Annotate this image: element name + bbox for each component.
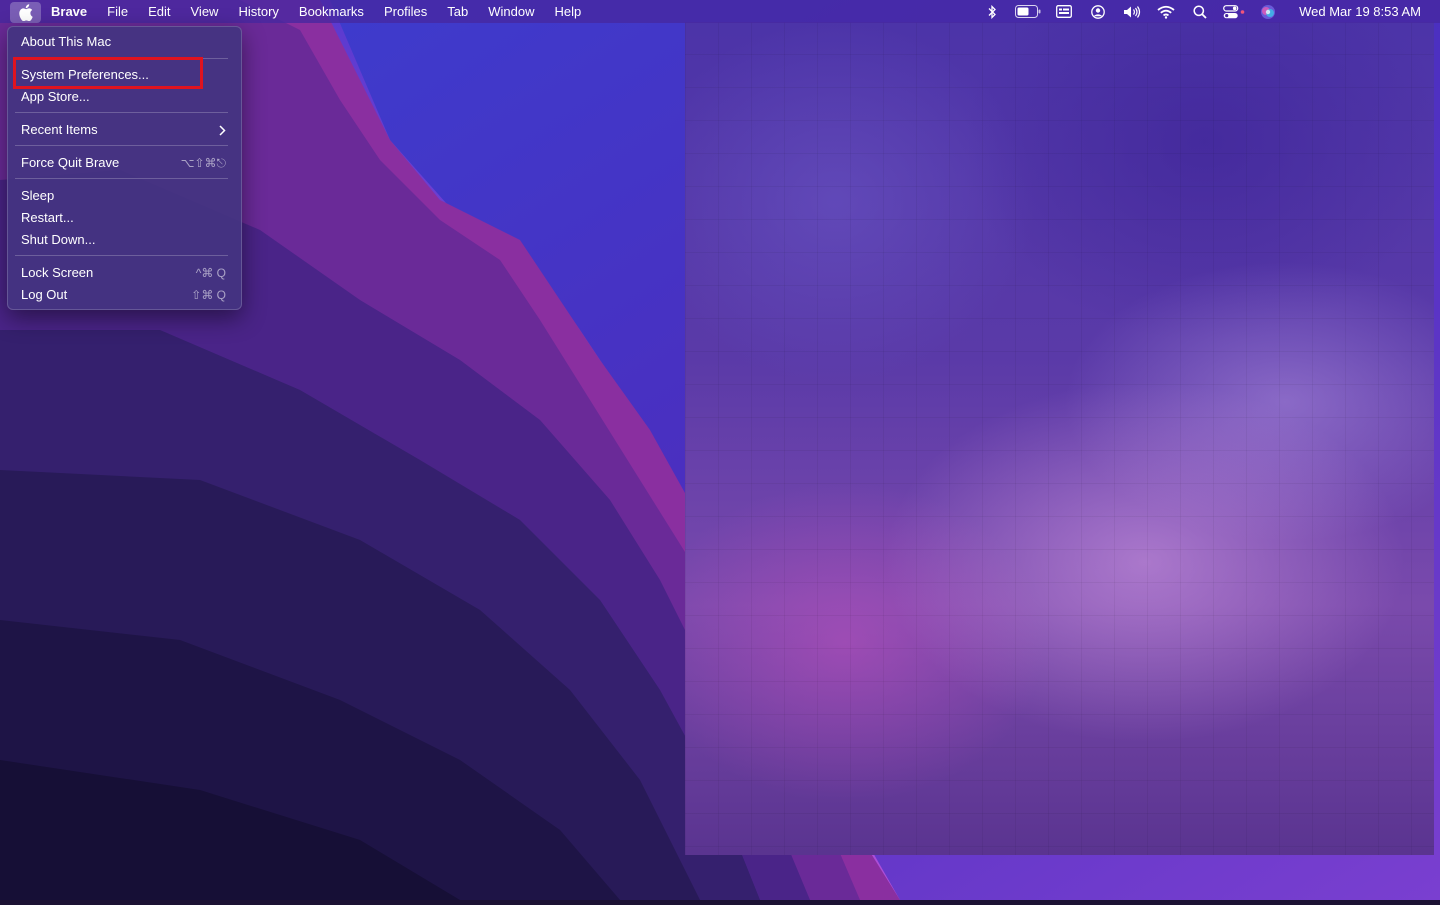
pixel-grid-overlay — [685, 22, 1434, 855]
menu-item-app-store[interactable]: App Store... — [13, 86, 236, 108]
lock-screen-shortcut: ^⌘ Q — [195, 266, 226, 280]
menu-separator — [15, 112, 228, 113]
menu-item-lock-screen[interactable]: Lock Screen ^⌘ Q — [13, 262, 236, 284]
menu-item-label: Force Quit Brave — [21, 155, 120, 170]
menu-app-name[interactable]: Brave — [41, 0, 97, 23]
menu-view[interactable]: View — [181, 0, 229, 23]
menu-item-label: Recent Items — [21, 122, 98, 137]
menu-item-label: System Preferences... — [21, 67, 149, 82]
menu-profiles[interactable]: Profiles — [374, 0, 437, 23]
force-quit-shortcut: ⌥⇧⌘⎋ — [180, 156, 226, 170]
menu-item-label: App Store... — [21, 89, 90, 104]
chevron-right-icon — [219, 119, 226, 141]
keyboard-input-icon[interactable] — [1047, 0, 1081, 23]
menu-item-label: About This Mac — [21, 34, 112, 49]
status-area: Wed Mar 19 8:53 AM — [975, 0, 1440, 23]
menu-item-label: Log Out — [21, 287, 68, 302]
menu-item-label: Shut Down... — [21, 232, 96, 247]
apple-menu-button[interactable] — [10, 1, 41, 23]
menubar-clock[interactable]: Wed Mar 19 8:53 AM — [1285, 0, 1440, 23]
menu-item-about-this-mac[interactable]: About This Mac — [13, 31, 236, 53]
user-icon[interactable] — [1081, 0, 1115, 23]
menu-item-system-preferences[interactable]: System Preferences... — [13, 64, 236, 86]
menu-item-label: Lock Screen — [21, 265, 94, 280]
menu-window[interactable]: Window — [478, 0, 544, 23]
menu-item-restart[interactable]: Restart... — [13, 207, 236, 229]
menu-item-label: Restart... — [21, 210, 74, 225]
bluetooth-icon[interactable] — [975, 0, 1009, 23]
menu-bookmarks[interactable]: Bookmarks — [289, 0, 374, 23]
battery-icon[interactable] — [1009, 0, 1047, 23]
menu-bar: Brave File Edit View History Bookmarks P… — [0, 0, 1440, 23]
spotlight-search-icon[interactable] — [1183, 0, 1217, 23]
menu-edit[interactable]: Edit — [138, 0, 180, 23]
siri-icon[interactable] — [1251, 0, 1285, 23]
volume-icon[interactable] — [1115, 0, 1149, 23]
menu-separator — [15, 58, 228, 59]
control-center-icon[interactable] — [1217, 0, 1251, 23]
menu-tab[interactable]: Tab — [437, 0, 478, 23]
menu-item-log-out[interactable]: Log Out ⇧⌘ Q — [13, 284, 236, 306]
wifi-icon[interactable] — [1149, 0, 1183, 23]
apple-logo-icon — [19, 3, 33, 21]
menu-item-force-quit[interactable]: Force Quit Brave ⌥⇧⌘⎋ — [13, 152, 236, 174]
log-out-shortcut: ⇧⌘ Q — [191, 288, 226, 302]
menu-item-sleep[interactable]: Sleep — [13, 185, 236, 207]
menu-separator — [15, 255, 228, 256]
menu-help[interactable]: Help — [545, 0, 592, 23]
menu-file[interactable]: File — [97, 0, 138, 23]
menu-separator — [15, 178, 228, 179]
menu-item-recent-items[interactable]: Recent Items — [13, 119, 236, 141]
pixelated-window-region — [685, 22, 1434, 855]
menu-separator — [15, 145, 228, 146]
menu-item-label: Sleep — [21, 188, 55, 203]
apple-dropdown-menu: About This Mac System Preferences... App… — [7, 26, 242, 310]
menu-history[interactable]: History — [228, 0, 288, 23]
menu-item-shut-down[interactable]: Shut Down... — [13, 229, 236, 251]
